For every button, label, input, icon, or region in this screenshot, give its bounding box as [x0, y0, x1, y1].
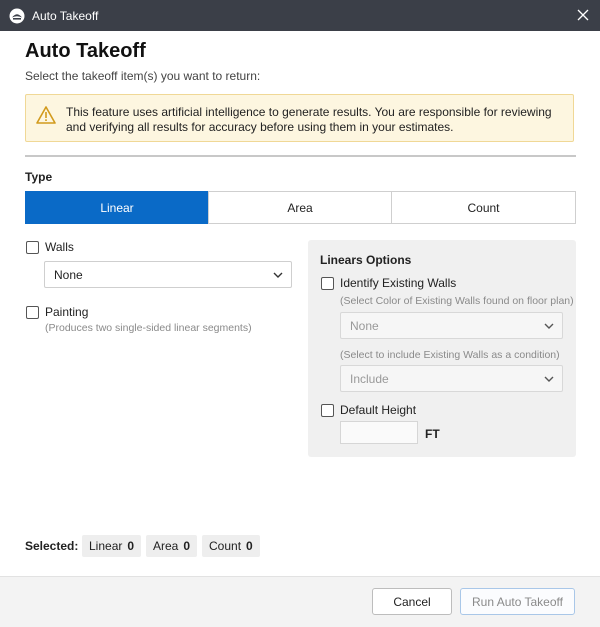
chip-count: 0 — [246, 539, 253, 553]
ai-warning-banner: This feature uses artificial intelligenc… — [25, 94, 574, 142]
identify-existing-walls-label: Identify Existing Walls — [340, 276, 457, 290]
warning-icon — [36, 106, 56, 124]
type-tab-linear[interactable]: Linear — [25, 191, 209, 224]
title-bar: Auto Takeoff — [0, 0, 600, 31]
walls-checkbox[interactable] — [26, 241, 39, 254]
painting-hint: (Produces two single-sided linear segmen… — [45, 322, 252, 334]
chevron-down-icon — [544, 323, 554, 329]
chevron-down-icon — [273, 272, 283, 278]
chip-count: 0 — [183, 539, 191, 553]
chip-name: Count — [209, 539, 242, 553]
chip-name: Linear — [89, 539, 123, 553]
type-label: Type — [25, 170, 53, 184]
run-auto-takeoff-button[interactable]: Run Auto Takeoff — [460, 588, 575, 615]
cancel-button[interactable]: Cancel — [372, 588, 452, 615]
type-tab-area[interactable]: Area — [208, 191, 392, 224]
wall-condition-hint: (Select to include Existing Walls as a c… — [340, 349, 560, 361]
default-height-unit: FT — [425, 427, 440, 441]
default-height-input[interactable] — [340, 421, 418, 444]
page-title: Auto Takeoff — [25, 40, 146, 62]
section-divider — [25, 155, 576, 157]
walls-select[interactable]: None — [44, 261, 292, 288]
selected-chip-count: Count 0 — [202, 535, 260, 557]
painting-checkbox[interactable] — [26, 306, 39, 319]
wall-color-select-value: None — [350, 318, 379, 333]
selected-chip-area: Area 0 — [146, 535, 198, 557]
default-height-checkbox[interactable] — [321, 404, 334, 417]
wall-color-hint: (Select Color of Existing Walls found on… — [340, 295, 574, 307]
window-title: Auto Takeoff — [32, 8, 99, 23]
close-icon — [577, 9, 589, 21]
walls-select-value: None — [54, 267, 83, 282]
selected-label: Selected: — [25, 539, 79, 553]
chip-name: Area — [153, 539, 179, 553]
wall-condition-select-value: Include — [350, 371, 389, 386]
warning-text: This feature uses artificial intelligenc… — [66, 105, 552, 134]
default-height-label: Default Height — [340, 403, 417, 417]
close-button[interactable] — [572, 4, 594, 26]
app-logo-icon — [9, 8, 25, 23]
wall-color-select[interactable]: None — [340, 312, 563, 339]
linears-options-title: Linears Options — [320, 253, 412, 267]
walls-label: Walls — [45, 240, 74, 254]
painting-label: Painting — [45, 305, 89, 319]
wall-condition-select[interactable]: Include — [340, 365, 563, 392]
identify-existing-walls-checkbox[interactable] — [321, 277, 334, 290]
selected-chip-linear: Linear 0 — [82, 535, 142, 557]
page-subtitle: Select the takeoff item(s) you want to r… — [25, 69, 261, 83]
type-tab-count[interactable]: Count — [391, 191, 576, 224]
chip-count: 0 — [127, 539, 135, 553]
chevron-down-icon — [544, 376, 554, 382]
